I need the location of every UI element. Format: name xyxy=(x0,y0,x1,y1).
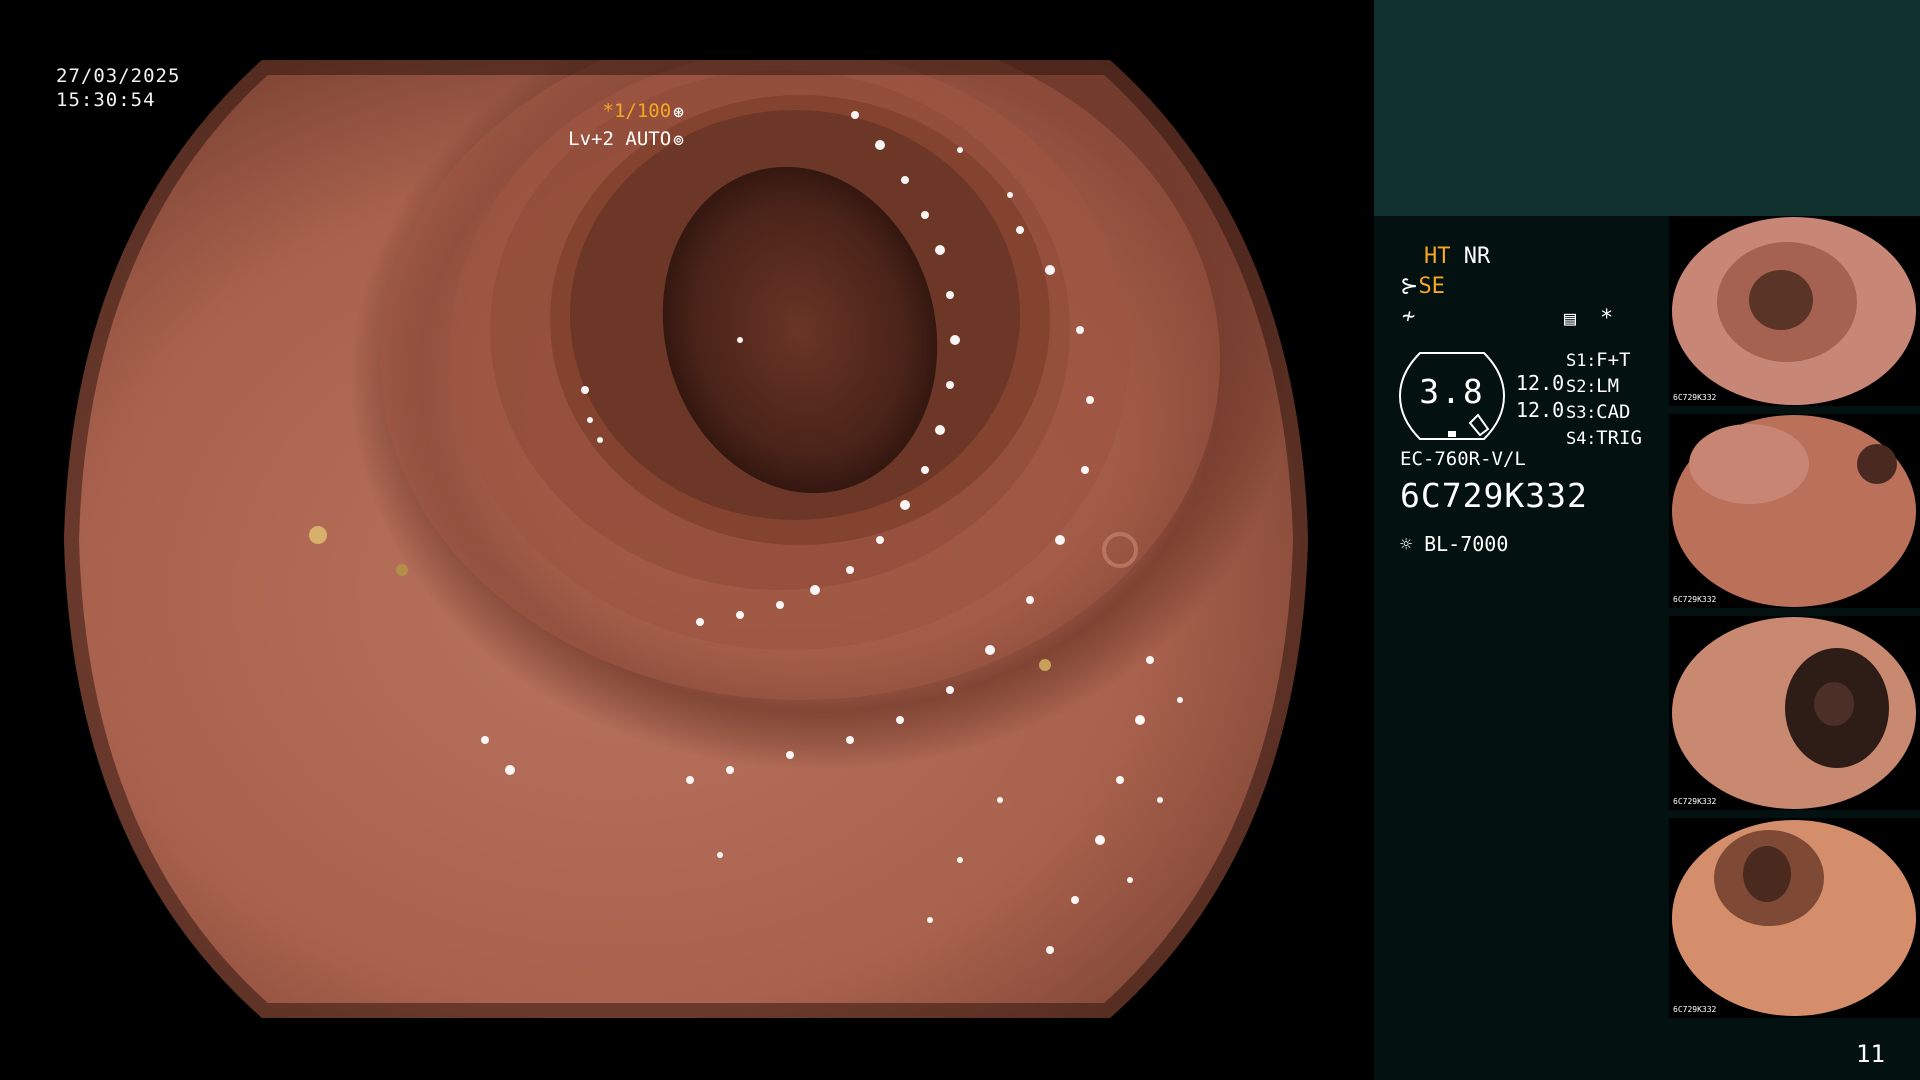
value-list: 12.0 12.0 xyxy=(1516,370,1564,424)
thumbnail-image: 6C729K332 xyxy=(1669,616,1920,810)
thumbnail-caption: 6C729K332 xyxy=(1673,393,1717,402)
endoscope-live-view: 27/03/2025 15:30:54 *1/100 ⊛ Lv+2 AUTO ⊚ xyxy=(0,0,1372,1080)
structure-enhance-icon: ⊱ xyxy=(1400,274,1419,299)
exposure-readout: Lv+2 AUTO ⊚ xyxy=(568,127,684,153)
scope-serial: 6C729K332 xyxy=(1400,476,1588,515)
gauge-value: 3.8 xyxy=(1419,372,1485,411)
switch-s4: S4:TRIG xyxy=(1566,427,1642,449)
panel-header xyxy=(1374,0,1920,216)
thumbnail-caption: 6C729K332 xyxy=(1673,595,1717,604)
aperture-icon: ⊛ xyxy=(673,102,684,123)
thumbnail-caption: 6C729K332 xyxy=(1673,797,1717,806)
exposure-mode: AUTO xyxy=(625,128,672,150)
se-indicator: SE xyxy=(1418,274,1445,299)
thumbnail-2[interactable]: 6C729K332 xyxy=(1669,414,1920,608)
color-enhance-icon: ≁ xyxy=(1402,304,1416,329)
thumbnail-3[interactable]: 6C729K332 xyxy=(1669,616,1920,810)
switch-s1: S1:F+T xyxy=(1566,349,1631,371)
light-source: BL-7000 xyxy=(1424,532,1509,556)
switch-s3: S3:CAD xyxy=(1566,401,1631,423)
ht-indicator: HT xyxy=(1424,244,1451,269)
scope-model: EC-760R-V/L xyxy=(1400,448,1526,470)
value-2: 12.0 xyxy=(1516,398,1565,422)
asterisk-indicator: * xyxy=(1600,306,1614,331)
thumbnail-4[interactable]: 6C729K332 xyxy=(1669,818,1920,1018)
thumbnail-image: 6C729K332 xyxy=(1669,216,1920,406)
thumbnail-1[interactable]: 6C729K332 xyxy=(1669,216,1920,406)
iris-icon: ⊚ xyxy=(673,130,684,151)
exam-date: 27/03/2025 xyxy=(56,65,181,87)
shutter-readout: *1/100 ⊛ xyxy=(603,99,684,125)
switch-s2: S2:LM xyxy=(1566,375,1620,397)
light-source-row: ☼ BL-7000 xyxy=(1400,532,1508,556)
switch-list: S1:F+T S2:LM S3:CAD S4:TRIG xyxy=(1566,348,1642,452)
thumbnail-image: 6C729K332 xyxy=(1669,414,1920,608)
thumbnail-caption: 6C729K332 xyxy=(1673,1005,1717,1014)
thumbnail-image: 6C729K332 xyxy=(1669,818,1920,1018)
mode-row-2: ⊱SE xyxy=(1400,274,1445,299)
shutter-speed: *1/100 xyxy=(602,100,672,122)
brightness-level: Lv+2 xyxy=(568,128,614,150)
page-number: 11 xyxy=(1856,1040,1885,1068)
mode-row-1: HT NR xyxy=(1424,244,1490,269)
menu-icon: ▤ xyxy=(1564,306,1577,330)
value-1: 12.0 xyxy=(1516,371,1565,395)
light-source-icon: ☼ xyxy=(1400,532,1413,556)
exam-time: 15:30:54 xyxy=(56,89,156,111)
endoscopic-image xyxy=(64,60,1308,1018)
nr-indicator: NR xyxy=(1463,244,1491,269)
